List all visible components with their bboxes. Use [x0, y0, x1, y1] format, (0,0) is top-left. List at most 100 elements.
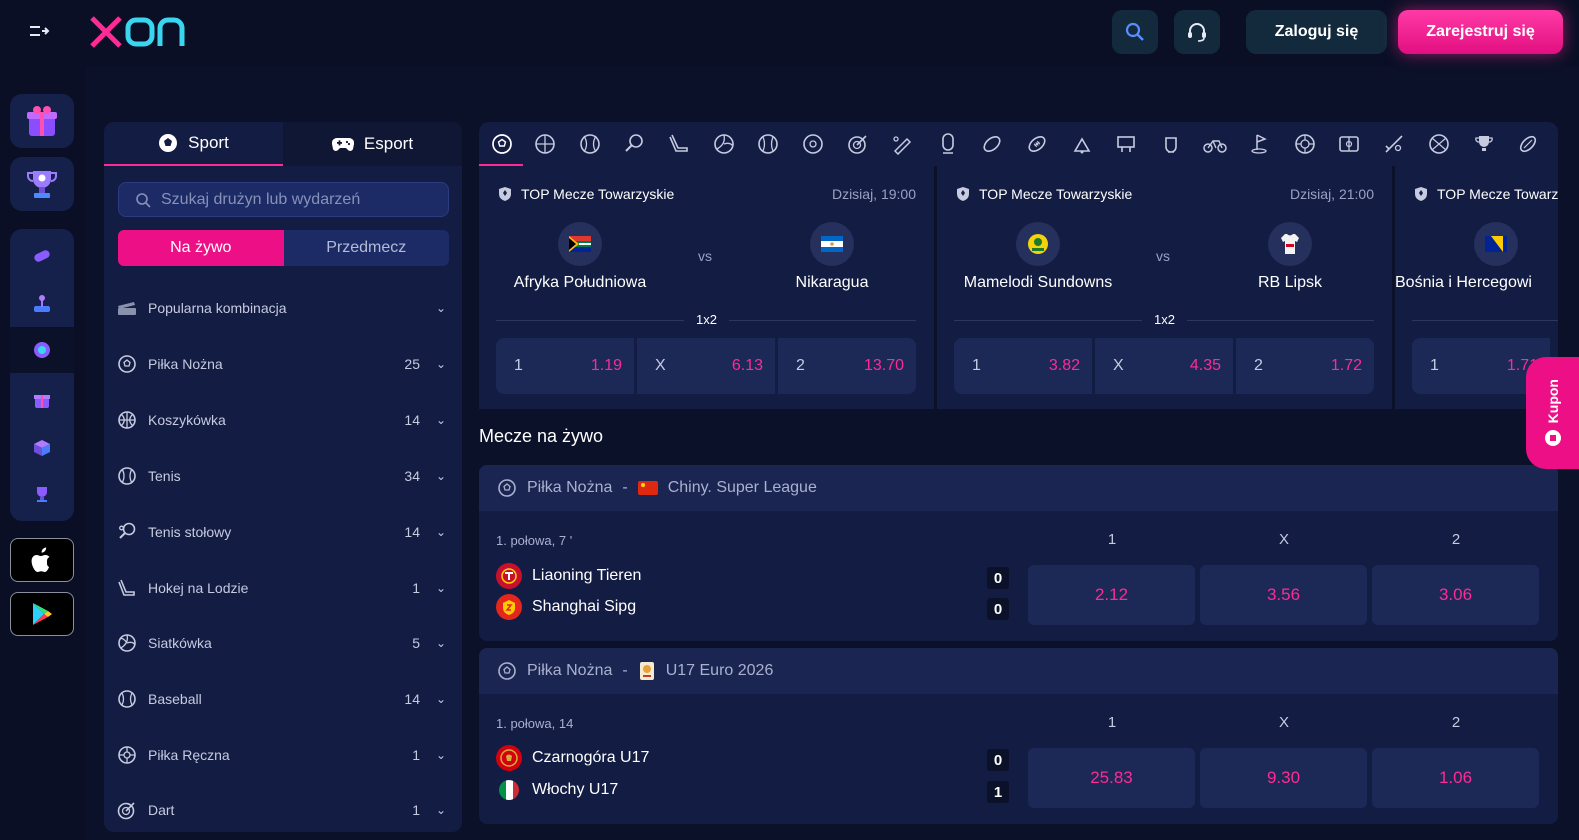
- netball-icon[interactable]: [1426, 131, 1452, 157]
- rail-item-3[interactable]: [10, 327, 74, 373]
- badminton-icon[interactable]: [1069, 131, 1095, 157]
- tab-sport[interactable]: Sport: [104, 122, 283, 166]
- live-match-row[interactable]: 1. połowa, 7 ' 1 X 2 Liaoning Tieren Sha…: [479, 511, 1558, 625]
- col-header-away: 2: [1451, 714, 1461, 731]
- login-button[interactable]: Zaloguj się: [1246, 10, 1387, 54]
- live-match-row[interactable]: 1. połowa, 14 1 X 2 Czarnogóra U17 Włoch…: [479, 694, 1558, 808]
- shield-icon: [957, 187, 969, 201]
- match-card[interactable]: TOP Mecze Towarzyskie Dzisiaj, 19:00 Afr…: [479, 166, 934, 409]
- sidebar-item-popular-combo[interactable]: Popularna kombinacja ⌄: [116, 293, 450, 323]
- coupon-tab[interactable]: Kupon: [1526, 357, 1579, 469]
- register-button[interactable]: Zarejestruj się: [1398, 10, 1563, 54]
- sidebar-item-handball[interactable]: Piłka Ręczna 1 ⌄: [116, 740, 450, 770]
- sport-count: 14: [404, 412, 420, 428]
- odd-key: 1: [1430, 357, 1439, 374]
- futsal-icon[interactable]: [1336, 131, 1362, 157]
- rail-item-6[interactable]: [10, 471, 74, 517]
- rugby-icon[interactable]: [979, 131, 1005, 157]
- volleyball-icon[interactable]: [711, 131, 737, 157]
- euro-cup-icon: [639, 662, 654, 680]
- sidebar-item-tennis[interactable]: Tenis 34 ⌄: [116, 461, 450, 491]
- rail-item-1[interactable]: [10, 233, 74, 279]
- search-field[interactable]: [118, 182, 449, 217]
- live-league-header[interactable]: Piłka Nożna - Chiny. Super League: [479, 465, 1558, 511]
- odd-button-home[interactable]: 2.12: [1028, 565, 1195, 625]
- odd-button-away[interactable]: 2 13.70: [778, 338, 916, 394]
- odd-button-home[interactable]: 1 3.82: [954, 338, 1092, 394]
- italy-flag-icon: [496, 777, 522, 803]
- odd-value: 1.19: [590, 357, 622, 374]
- darts-icon[interactable]: [845, 131, 871, 157]
- sidebar-item-baseball[interactable]: Baseball 14 ⌄: [116, 684, 450, 714]
- aussie-rules-icon[interactable]: [1515, 131, 1541, 157]
- odd-button-away[interactable]: 1.06: [1372, 748, 1539, 808]
- odd-button-draw[interactable]: X 4.35: [1095, 338, 1233, 394]
- google-play-button[interactable]: [10, 592, 74, 636]
- soccer-ball-icon: [159, 134, 178, 152]
- cycling-icon[interactable]: [1202, 131, 1228, 157]
- odd-key: 2: [796, 357, 805, 374]
- odd-button-away[interactable]: 3.06: [1372, 565, 1539, 625]
- menu-toggle-icon[interactable]: [28, 20, 54, 46]
- roulette-icon: [34, 342, 50, 358]
- apple-app-button[interactable]: [10, 538, 74, 582]
- live-toggle-button[interactable]: Na żywo: [118, 230, 284, 266]
- away-team: RB Lipsk: [1257, 274, 1323, 291]
- ski-icon[interactable]: [1381, 131, 1407, 157]
- tab-esport[interactable]: Esport: [283, 122, 462, 166]
- sidebar-item-volleyball[interactable]: Siatkówka 5 ⌄: [116, 628, 450, 658]
- handball-icon[interactable]: [800, 131, 826, 157]
- sport-name: Popularna kombinacja: [148, 300, 287, 316]
- support-button[interactable]: [1174, 10, 1220, 54]
- odd-button-home[interactable]: 25.83: [1028, 748, 1195, 808]
- gift-promo-tile[interactable]: [10, 94, 74, 148]
- odd-button-draw[interactable]: 9.30: [1200, 748, 1367, 808]
- trophy-icon[interactable]: [1471, 131, 1497, 157]
- waterpolo-icon[interactable]: [1292, 131, 1318, 157]
- odd-button-draw[interactable]: X 6.13: [637, 338, 775, 394]
- boxing-icon[interactable]: [935, 131, 961, 157]
- card-league: TOP Mecze Towarzyskie: [497, 186, 674, 202]
- col-header-home: 1: [1107, 531, 1117, 548]
- odd-button-home[interactable]: 1 1.19: [496, 338, 634, 394]
- sidebar-item-ice-hockey[interactable]: Hokej na Lodzie 1 ⌄: [116, 573, 450, 603]
- home-score: 0: [987, 567, 1009, 589]
- golf-icon[interactable]: [1247, 131, 1273, 157]
- south-africa-flag-icon: [558, 222, 602, 266]
- odd-button-draw[interactable]: 3.56: [1200, 565, 1367, 625]
- sport-label: Piłka Nożna: [527, 662, 613, 679]
- rail-item-4[interactable]: [10, 377, 74, 423]
- mma-icon[interactable]: [1158, 131, 1184, 157]
- prematch-toggle-button[interactable]: Przedmecz: [283, 230, 449, 266]
- snooker-icon[interactable]: [1113, 131, 1139, 157]
- match-time: Dzisiaj, 21:00: [1289, 186, 1374, 202]
- xon-logo[interactable]: [90, 14, 190, 50]
- table-tennis-icon[interactable]: [621, 131, 647, 157]
- sport-name: Baseball: [148, 691, 202, 707]
- trophy-promo-tile[interactable]: [10, 157, 74, 211]
- rail-item-5[interactable]: [10, 425, 74, 471]
- basketball-icon[interactable]: [532, 131, 558, 157]
- american-football-icon[interactable]: [1024, 131, 1050, 157]
- rail-item-2[interactable]: [10, 281, 74, 327]
- live-league-header[interactable]: Piłka Nożna - U17 Euro 2026: [479, 648, 1558, 694]
- cricket-icon[interactable]: [889, 131, 915, 157]
- search-input[interactable]: [161, 190, 431, 209]
- cube-icon: [34, 440, 50, 456]
- tennis-icon[interactable]: [577, 131, 603, 157]
- search-button[interactable]: [1112, 10, 1158, 54]
- sport-name: Piłka Ręczna: [148, 747, 230, 763]
- sidebar-item-table-tennis[interactable]: Tenis stołowy 14 ⌄: [116, 517, 450, 547]
- football-icon[interactable]: [489, 131, 515, 157]
- odd-button-away[interactable]: 2 1.72: [1236, 338, 1374, 394]
- sport-name: Dart: [148, 802, 175, 818]
- away-team: Nikaragua: [795, 274, 869, 291]
- live-match-block: Piłka Nożna - Chiny. Super League 1. poł…: [479, 465, 1558, 641]
- baseball-icon[interactable]: [755, 131, 781, 157]
- sidebar-item-darts[interactable]: Dart 1 ⌄: [116, 795, 450, 825]
- ice-hockey-icon[interactable]: [666, 131, 692, 157]
- sidebar-item-basketball[interactable]: Koszykówka 14 ⌄: [116, 405, 450, 435]
- bosnia-flag-icon: [1474, 222, 1518, 266]
- sidebar-item-football[interactable]: Piłka Nożna 25 ⌄: [116, 349, 450, 379]
- match-card[interactable]: TOP Mecze Towarzyskie Dzisiaj, 21:00 Mam…: [937, 166, 1392, 409]
